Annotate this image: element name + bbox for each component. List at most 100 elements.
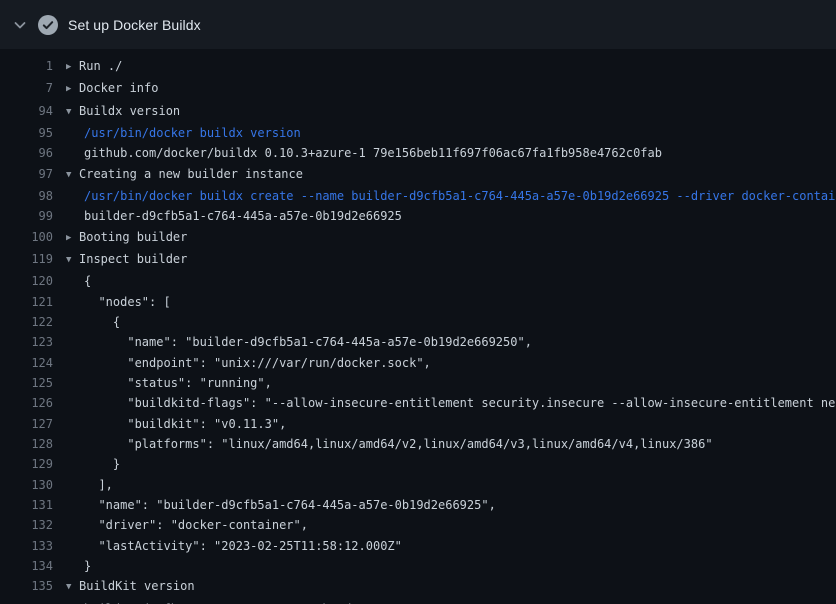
group-title: Buildx version bbox=[79, 104, 180, 118]
log-line: 129 } bbox=[0, 454, 836, 474]
group-title: Inspect builder bbox=[79, 252, 187, 266]
log-group-header[interactable]: ▼Inspect builder bbox=[66, 249, 187, 271]
line-number[interactable]: 130 bbox=[0, 475, 53, 495]
line-number[interactable]: 123 bbox=[0, 332, 53, 352]
log-line: 133 "lastActivity": "2023-02-25T11:58:12… bbox=[0, 536, 836, 556]
line-number[interactable]: 128 bbox=[0, 434, 53, 454]
group-title: BuildKit version bbox=[79, 579, 195, 593]
log-group-header[interactable]: ▼Buildx version bbox=[66, 101, 180, 123]
log-output-text: "lastActivity": "2023-02-25T11:58:12.000… bbox=[66, 536, 402, 556]
log-group-header[interactable]: ▶Docker info bbox=[66, 78, 158, 100]
log-line: 132 "driver": "docker-container", bbox=[0, 515, 836, 535]
log-line: 7 ▶Docker info bbox=[0, 78, 836, 100]
log-line: 99 builder-d9cfb5a1-c764-445a-a57e-0b19d2… bbox=[0, 206, 836, 226]
group-title: Booting builder bbox=[79, 230, 187, 244]
step-header[interactable]: Set up Docker Buildx bbox=[0, 0, 836, 49]
line-number[interactable]: 124 bbox=[0, 353, 53, 373]
log-output-text: github.com/docker/buildx 0.10.3+azure-1 … bbox=[66, 143, 662, 163]
log-output-text: { bbox=[66, 312, 120, 332]
expanded-triangle-icon[interactable]: ▼ bbox=[66, 577, 79, 597]
line-number[interactable]: 1 bbox=[0, 56, 53, 78]
log-group-header[interactable]: ▶Run ./ bbox=[66, 56, 122, 78]
log-line: 134} bbox=[0, 556, 836, 576]
log-line: 100 ▶Booting builder bbox=[0, 227, 836, 249]
line-number[interactable]: 127 bbox=[0, 414, 53, 434]
line-number[interactable]: 131 bbox=[0, 495, 53, 515]
line-number[interactable]: 94 bbox=[0, 101, 53, 123]
log-line: 123 "name": "builder-d9cfb5a1-c764-445a-… bbox=[0, 332, 836, 352]
expanded-triangle-icon[interactable]: ▼ bbox=[66, 165, 79, 185]
line-number[interactable]: 122 bbox=[0, 312, 53, 332]
chevron-down-icon[interactable] bbox=[12, 17, 28, 33]
log-output-text: "buildkit": "v0.11.3", bbox=[66, 414, 286, 434]
log-line: 96 github.com/docker/buildx 0.10.3+azure-… bbox=[0, 143, 836, 163]
log-line: 136 builder-d9cfb5a1-c764-445a-a57e-0b19d… bbox=[0, 599, 836, 604]
log-group-header[interactable]: ▶Booting builder bbox=[66, 227, 187, 249]
line-number[interactable]: 134 bbox=[0, 556, 53, 576]
line-number[interactable]: 7 bbox=[0, 78, 53, 100]
group-title: Docker info bbox=[79, 81, 158, 95]
log-output-text: "platforms": "linux/amd64,linux/amd64/v2… bbox=[66, 434, 713, 454]
log-line: 94 ▼Buildx version bbox=[0, 101, 836, 123]
collapsed-triangle-icon[interactable]: ▶ bbox=[66, 228, 79, 248]
check-circle-icon bbox=[38, 15, 58, 35]
step-title: Set up Docker Buildx bbox=[68, 17, 201, 33]
log-output-text: "buildkitd-flags": "--allow-insecure-ent… bbox=[66, 393, 836, 413]
line-number[interactable]: 99 bbox=[0, 206, 53, 226]
line-number[interactable]: 136 bbox=[0, 599, 53, 604]
log-output-text: "status": "running", bbox=[66, 373, 272, 393]
log-group-header[interactable]: ▼BuildKit version bbox=[66, 576, 195, 598]
line-number[interactable]: 121 bbox=[0, 292, 53, 312]
log-line: 125 "status": "running", bbox=[0, 373, 836, 393]
log-line: 95/usr/bin/docker buildx version bbox=[0, 123, 836, 143]
log-output-text: { bbox=[66, 271, 91, 291]
log-output-text: builder-d9cfb5a1-c764-445a-a57e-0b19d2e6… bbox=[66, 206, 402, 226]
line-number[interactable]: 96 bbox=[0, 143, 53, 163]
log-group-header[interactable]: ▼Creating a new builder instance bbox=[66, 164, 303, 186]
log-line: 121 "nodes": [ bbox=[0, 292, 836, 312]
line-number[interactable]: 100 bbox=[0, 227, 53, 249]
log-line: 97 ▼Creating a new builder instance bbox=[0, 164, 836, 186]
log-output-text: builder-d9cfb5a1-c764-445a-a57e-0b19d2e6… bbox=[66, 599, 474, 604]
log-output-text: "driver": "docker-container", bbox=[66, 515, 308, 535]
line-number[interactable]: 119 bbox=[0, 249, 53, 271]
line-number[interactable]: 97 bbox=[0, 164, 53, 186]
line-number[interactable]: 120 bbox=[0, 271, 53, 291]
line-number[interactable]: 135 bbox=[0, 576, 53, 598]
log-line: 126 "buildkitd-flags": "--allow-insecure… bbox=[0, 393, 836, 413]
line-number[interactable]: 98 bbox=[0, 186, 53, 206]
log-output-text: "nodes": [ bbox=[66, 292, 171, 312]
log-output-text: "endpoint": "unix:///var/run/docker.sock… bbox=[66, 353, 431, 373]
line-number[interactable]: 126 bbox=[0, 393, 53, 413]
log-command-text: /usr/bin/docker buildx create --name bui… bbox=[66, 186, 836, 206]
log-line: 124 "endpoint": "unix:///var/run/docker.… bbox=[0, 353, 836, 373]
line-number[interactable]: 125 bbox=[0, 373, 53, 393]
line-number[interactable]: 133 bbox=[0, 536, 53, 556]
log-output-text: } bbox=[66, 556, 91, 576]
log-output-text: ], bbox=[66, 475, 113, 495]
log-line: 120 { bbox=[0, 271, 836, 291]
collapsed-triangle-icon[interactable]: ▶ bbox=[66, 57, 79, 77]
collapsed-triangle-icon[interactable]: ▶ bbox=[66, 79, 79, 99]
group-title: Creating a new builder instance bbox=[79, 167, 303, 181]
log-output-text: "name": "builder-d9cfb5a1-c764-445a-a57e… bbox=[66, 495, 496, 515]
log-line: 1 ▶Run ./ bbox=[0, 56, 836, 78]
log-lines: 1▶Run ./7▶Docker info94▼Buildx version95… bbox=[0, 49, 836, 604]
line-number[interactable]: 95 bbox=[0, 123, 53, 143]
log-line: 127 "buildkit": "v0.11.3", bbox=[0, 414, 836, 434]
log-output-text: } bbox=[66, 454, 120, 474]
expanded-triangle-icon[interactable]: ▼ bbox=[66, 250, 79, 270]
log-line: 122 { bbox=[0, 312, 836, 332]
log-line: 128 "platforms": "linux/amd64,linux/amd6… bbox=[0, 434, 836, 454]
log-line: 131 "name": "builder-d9cfb5a1-c764-445a-… bbox=[0, 495, 836, 515]
log-line: 98/usr/bin/docker buildx create --name b… bbox=[0, 186, 836, 206]
expanded-triangle-icon[interactable]: ▼ bbox=[66, 102, 79, 122]
log-line: 130 ], bbox=[0, 475, 836, 495]
log-line: 135 ▼BuildKit version bbox=[0, 576, 836, 598]
log-output-text: "name": "builder-d9cfb5a1-c764-445a-a57e… bbox=[66, 332, 532, 352]
line-number[interactable]: 132 bbox=[0, 515, 53, 535]
group-title: Run ./ bbox=[79, 59, 122, 73]
log-command-text: /usr/bin/docker buildx version bbox=[66, 123, 301, 143]
line-number[interactable]: 129 bbox=[0, 454, 53, 474]
log-line: 119 ▼Inspect builder bbox=[0, 249, 836, 271]
